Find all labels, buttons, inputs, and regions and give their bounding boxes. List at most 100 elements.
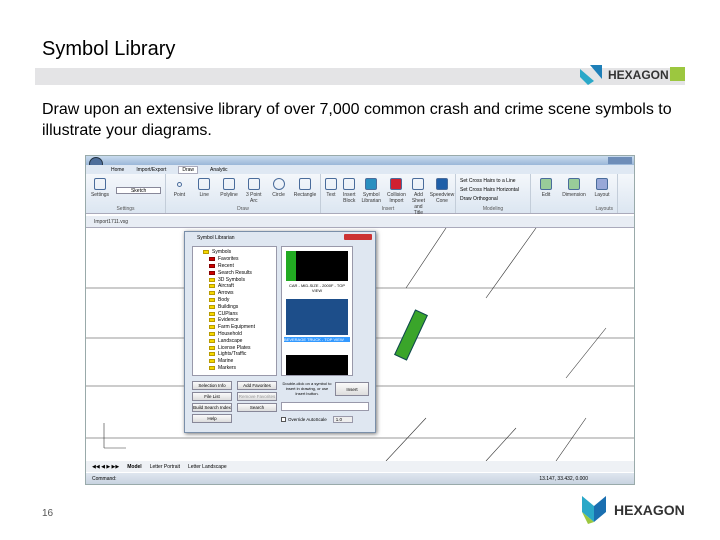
settings-button[interactable]: Settings: [90, 178, 110, 198]
tree-item[interactable]: Favorites: [203, 256, 266, 263]
folder-icon: [209, 304, 215, 309]
layer-select[interactable]: Sketch: [115, 187, 161, 194]
edit-button[interactable]: Edit: [535, 178, 557, 198]
modeling-group: Set Cross Hairs to a Line Set Cross Hair…: [456, 174, 531, 213]
tree-item[interactable]: Recent: [203, 263, 266, 270]
tree-item[interactable]: Markers: [203, 365, 266, 372]
tree-item[interactable]: Lights/Traffic: [203, 351, 266, 358]
folder-icon: [209, 257, 215, 262]
page-number: 16: [42, 508, 54, 519]
dialog-close-button[interactable]: [344, 234, 372, 240]
sheet-tab-model[interactable]: Model: [127, 464, 141, 470]
insert-block-button[interactable]: Insert Block: [343, 178, 356, 204]
layout-label: Layout: [594, 192, 610, 198]
speedview-cone-button[interactable]: Speedview Cone: [429, 178, 455, 204]
collision-car-icon: [390, 178, 403, 190]
tree-item[interactable]: License Plates: [203, 344, 266, 351]
tree-item-label: Evidence: [218, 317, 239, 324]
polyline-icon: [222, 178, 235, 190]
settings-label: Settings: [90, 192, 110, 198]
draw-orthogonal-item[interactable]: Draw Orthogonal: [460, 196, 498, 202]
tree-item[interactable]: Symbols: [203, 249, 266, 256]
point-button[interactable]: Point: [170, 178, 189, 198]
tree-item[interactable]: Body: [203, 297, 266, 304]
preview-caption: CAR - MID-SIZE - 2000F - TOP VIEW: [288, 283, 346, 293]
tree-item[interactable]: Farm Equipment: [203, 324, 266, 331]
window-controls[interactable]: [608, 157, 632, 164]
tree-item[interactable]: CUPlans: [203, 310, 266, 317]
file-list-button[interactable]: File List: [192, 392, 232, 401]
override-autoscale[interactable]: Override AutoScale 1.0: [281, 416, 353, 423]
coordinates-readout: 13.147, 33.432, 0.000: [539, 476, 588, 482]
document-tab[interactable]: Import1711.vsg: [86, 216, 634, 228]
tree-item[interactable]: Landscape: [203, 337, 266, 344]
tree-item-label: Markers: [218, 364, 237, 371]
symbol-librarian-button[interactable]: Symbol Librarian: [362, 178, 381, 204]
tree-item[interactable]: Buildings: [203, 303, 266, 310]
search-input[interactable]: [281, 402, 369, 411]
settings-icon: [93, 178, 106, 190]
dimension-button[interactable]: Dimension: [562, 178, 586, 198]
polyline-label: Polyline: [220, 192, 238, 198]
tree-item[interactable]: Aircraft: [203, 283, 266, 290]
scale-input[interactable]: 1.0: [332, 416, 353, 423]
truck-preview-image[interactable]: [286, 299, 348, 335]
arc-button[interactable]: 3 Point Arc: [244, 178, 263, 204]
slide-body-text: Draw upon an extensive library of over 7…: [42, 101, 672, 139]
tree-item[interactable]: Search Results: [203, 269, 266, 276]
dimension-icon: [568, 178, 580, 190]
collision-import-button[interactable]: Collision Import: [387, 178, 406, 204]
preview-image[interactable]: [286, 355, 348, 375]
folder-icon: [209, 345, 215, 350]
settings-group: Settings Sketch Settings: [86, 174, 166, 213]
add-favorites-button[interactable]: Add Favorites: [237, 381, 277, 390]
svg-text:HEXAGON: HEXAGON: [608, 68, 669, 82]
car-preview-image[interactable]: [286, 251, 348, 281]
tree-item[interactable]: Arrows: [203, 290, 266, 297]
line-button[interactable]: Line: [195, 178, 214, 198]
sheet-nav-icons[interactable]: ◀◀ ◀ ▶ ▶▶: [92, 464, 119, 470]
override-label: Override AutoScale: [288, 417, 327, 422]
polyline-button[interactable]: Polyline: [220, 178, 239, 198]
draw-group: Point Line Polyline 3 Point Arc Circle R…: [166, 174, 321, 213]
ribbon: Settings Sketch Settings Point Line Poly…: [86, 174, 634, 222]
tree-item[interactable]: Evidence: [203, 317, 266, 324]
tab-home[interactable]: Home: [111, 167, 124, 173]
layouts-group-label: Layouts: [595, 206, 613, 212]
layout-button[interactable]: Layout: [591, 178, 613, 198]
search-button[interactable]: Search: [237, 403, 277, 412]
rectangle-button[interactable]: Rectangle: [294, 178, 316, 198]
text-button[interactable]: Text: [325, 178, 337, 198]
folder-icon: [209, 365, 215, 370]
speedview-label: Speedview Cone: [429, 192, 455, 204]
override-checkbox[interactable]: [281, 417, 286, 422]
tab-import-export[interactable]: Import/Export: [136, 167, 166, 173]
folder-icon: [209, 352, 215, 357]
window-titlebar: [86, 156, 634, 171]
insert-group-label: Insert: [381, 206, 395, 212]
insert-block-label: Insert Block: [343, 192, 356, 204]
circle-button[interactable]: Circle: [269, 178, 288, 198]
tree-item[interactable]: Household: [203, 331, 266, 338]
edit-label: Edit: [541, 192, 551, 198]
tab-draw[interactable]: Draw: [178, 165, 199, 174]
point-icon: [176, 182, 182, 187]
tree-item[interactable]: Marine: [203, 358, 266, 365]
sheet-tab-letter-landscape[interactable]: Letter Landscape: [188, 464, 227, 470]
symbol-car-icon: [365, 178, 378, 190]
preview-caption-selected[interactable]: BEVERAGE TRUCK - TOP VIEW: [284, 337, 350, 342]
tree-item[interactable]: 3D Symbols: [203, 276, 266, 283]
selection-info-button[interactable]: Selection Info: [192, 381, 232, 390]
build-search-index-button[interactable]: Build Search Index: [192, 403, 232, 412]
remove-favorites-button[interactable]: Remove Favorites: [237, 392, 277, 401]
crosshairs-line-item[interactable]: Set Cross Hairs to a Line: [460, 178, 516, 184]
status-text: Command:: [92, 476, 117, 482]
circle-icon: [272, 178, 285, 190]
insert-button[interactable]: Insert: [335, 382, 369, 396]
sheet-tab-letter-portrait[interactable]: Letter Portrait: [150, 464, 180, 470]
help-button[interactable]: Help: [192, 414, 232, 423]
tab-analytic[interactable]: Analytic: [210, 167, 228, 173]
tree-item-label: Farm Equipment: [218, 324, 255, 331]
crosshairs-horizontal-item[interactable]: Set Cross Hairs Horizontal: [460, 187, 519, 193]
tree-item-label: Search Results: [218, 269, 252, 276]
